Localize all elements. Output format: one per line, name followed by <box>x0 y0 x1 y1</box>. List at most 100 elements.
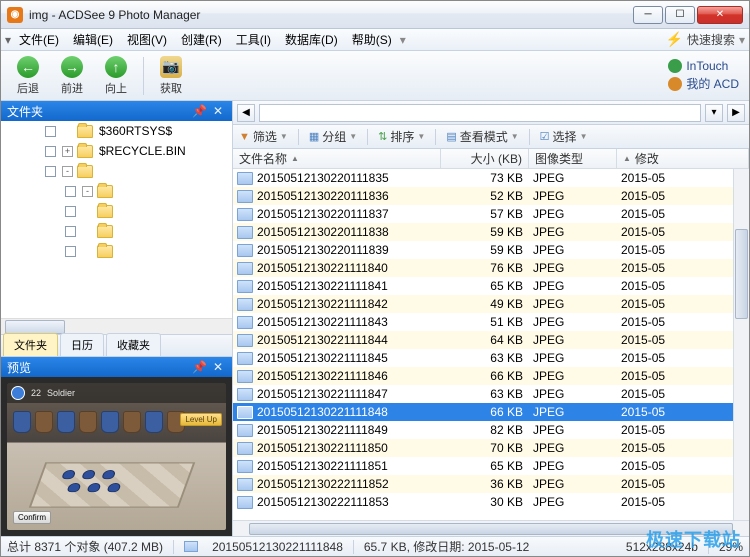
file-modified: 2015-05 <box>621 207 733 221</box>
tree-item[interactable] <box>1 201 232 221</box>
filter-button[interactable]: ▼筛选▼ <box>239 128 288 145</box>
file-row[interactable]: 2015051213022011183652 KBJPEG2015-05 <box>233 187 733 205</box>
file-row[interactable]: 2015051213022111184563 KBJPEG2015-05 <box>233 349 733 367</box>
file-row[interactable]: 2015051213022111184763 KBJPEG2015-05 <box>233 385 733 403</box>
app-icon: ◉ <box>7 7 23 23</box>
file-type: JPEG <box>533 171 621 185</box>
file-type: JPEG <box>533 423 621 437</box>
expander-icon[interactable]: + <box>62 146 73 157</box>
column-size[interactable]: 大小 (KB) <box>441 149 529 168</box>
horizontal-scrollbar[interactable] <box>233 520 749 536</box>
column-modified[interactable]: ▲修改 <box>617 149 749 168</box>
file-name: 20150512130222111852 <box>257 477 445 491</box>
tree-item-label: $RECYCLE.BIN <box>99 144 186 158</box>
tree-item[interactable] <box>1 221 232 241</box>
tab-calendar[interactable]: 日历 <box>60 333 104 356</box>
file-row[interactable]: 2015051213022111185070 KBJPEG2015-05 <box>233 439 733 457</box>
main-toolbar: ← 后退 → 前进 ↑ 向上 📷 获取 InTouch 我的 ACD <box>1 51 749 101</box>
folder-tree[interactable]: $360RTSYS$ + $RECYCLE.BIN -- <box>1 121 232 318</box>
tree-item[interactable]: - <box>1 181 232 201</box>
file-row[interactable]: 2015051213022011183573 KBJPEG2015-05 <box>233 169 733 187</box>
checkbox[interactable] <box>45 166 56 177</box>
menu-help[interactable]: 帮助(S) <box>346 29 398 50</box>
file-row[interactable]: 2015051213022111184076 KBJPEG2015-05 <box>233 259 733 277</box>
file-row[interactable]: 2015051213022111184866 KBJPEG2015-05 <box>233 403 733 421</box>
image-icon <box>184 541 198 552</box>
close-button[interactable]: ✕ <box>697 6 743 24</box>
checkbox[interactable] <box>65 206 76 217</box>
tree-item[interactable] <box>1 241 232 261</box>
image-file-icon <box>237 334 253 347</box>
file-row[interactable]: 2015051213022211185330 KBJPEG2015-05 <box>233 493 733 511</box>
minimize-button[interactable]: ─ <box>633 6 663 24</box>
vertical-scrollbar[interactable] <box>733 169 749 520</box>
tab-favorites[interactable]: 收藏夹 <box>106 333 161 356</box>
tree-item[interactable]: - <box>1 161 232 181</box>
checkbox[interactable] <box>65 226 76 237</box>
checkbox[interactable] <box>45 146 56 157</box>
intouch-link[interactable]: InTouch <box>668 59 739 73</box>
file-row[interactable]: 2015051213022111184464 KBJPEG2015-05 <box>233 331 733 349</box>
menu-edit[interactable]: 编辑(E) <box>67 29 119 50</box>
file-type: JPEG <box>533 387 621 401</box>
file-row[interactable]: 2015051213022111184249 KBJPEG2015-05 <box>233 295 733 313</box>
up-arrow-icon: ↑ <box>105 56 127 78</box>
menu-file[interactable]: 文件(E) <box>13 29 65 50</box>
status-filename: 20150512130221111848 <box>212 540 343 554</box>
file-type: JPEG <box>533 207 621 221</box>
expander-icon[interactable]: - <box>62 166 73 177</box>
back-button[interactable]: ← 后退 <box>7 54 49 98</box>
sort-button[interactable]: ⇅排序▼ <box>378 128 425 145</box>
select-button[interactable]: ☑选择▼ <box>540 128 588 145</box>
checkbox[interactable] <box>65 246 76 257</box>
file-row[interactable]: 2015051213022211185236 KBJPEG2015-05 <box>233 475 733 493</box>
file-row[interactable]: 2015051213022011183757 KBJPEG2015-05 <box>233 205 733 223</box>
file-row[interactable]: 2015051213022111184982 KBJPEG2015-05 <box>233 421 733 439</box>
file-row[interactable]: 2015051213022111184165 KBJPEG2015-05 <box>233 277 733 295</box>
file-row[interactable]: 2015051213022011183859 KBJPEG2015-05 <box>233 223 733 241</box>
tree-item[interactable]: + $RECYCLE.BIN <box>1 141 232 161</box>
group-button[interactable]: ▦分组▼ <box>309 128 357 145</box>
forward-button[interactable]: → 前进 <box>51 54 93 98</box>
tree-scrollbar[interactable] <box>1 318 232 334</box>
panel-close-icon[interactable]: ✕ <box>210 360 226 374</box>
file-row[interactable]: 2015051213022111184351 KBJPEG2015-05 <box>233 313 733 331</box>
tree-item[interactable]: $360RTSYS$ <box>1 121 232 141</box>
path-back-button[interactable]: ◀ <box>237 104 255 122</box>
file-modified: 2015-05 <box>621 495 733 509</box>
menu-tools[interactable]: 工具(I) <box>230 29 277 50</box>
file-row[interactable]: 2015051213022111185165 KBJPEG2015-05 <box>233 457 733 475</box>
file-row[interactable]: 2015051213022111184666 KBJPEG2015-05 <box>233 367 733 385</box>
path-dropdown-button[interactable]: ▾ <box>705 104 723 122</box>
menu-view[interactable]: 视图(V) <box>121 29 173 50</box>
checkbox[interactable] <box>65 186 76 197</box>
preview-image[interactable]: 22 Soldier Level Up <box>1 377 232 536</box>
file-row[interactable]: 2015051213022011183959 KBJPEG2015-05 <box>233 241 733 259</box>
acquire-button[interactable]: 📷 获取 <box>150 54 192 98</box>
folders-panel-header: 文件夹 📌 ✕ <box>1 101 232 121</box>
quick-search[interactable]: ⚡ 快速搜索 ▾ <box>666 31 745 48</box>
checkbox[interactable] <box>45 126 56 137</box>
up-button[interactable]: ↑ 向上 <box>95 54 137 98</box>
path-go-button[interactable]: ▶ <box>727 104 745 122</box>
menu-database[interactable]: 数据库(D) <box>279 29 344 50</box>
dropdown-icon[interactable]: ▾ <box>5 33 11 47</box>
myacd-link[interactable]: 我的 ACD <box>668 75 739 92</box>
column-type[interactable]: 图像类型 <box>529 149 617 168</box>
maximize-button[interactable]: ☐ <box>665 6 695 24</box>
menu-create[interactable]: 创建(R) <box>175 29 228 50</box>
file-type: JPEG <box>533 243 621 257</box>
folder-icon <box>77 145 93 158</box>
panel-close-icon[interactable]: ✕ <box>210 104 226 118</box>
file-name: 20150512130220111836 <box>257 189 445 203</box>
pin-icon[interactable]: 📌 <box>189 104 210 118</box>
column-name[interactable]: 文件名称▲ <box>233 149 441 168</box>
path-input[interactable] <box>259 104 701 122</box>
path-bar: ◀ ▾ ▶ <box>233 101 749 125</box>
image-file-icon <box>237 388 253 401</box>
tab-folders[interactable]: 文件夹 <box>3 333 58 356</box>
preview-panel-header: 预览 📌 ✕ <box>1 357 232 377</box>
expander-icon[interactable]: - <box>82 186 93 197</box>
viewmode-button[interactable]: ▤查看模式▼ <box>446 128 518 145</box>
pin-icon[interactable]: 📌 <box>189 360 210 374</box>
